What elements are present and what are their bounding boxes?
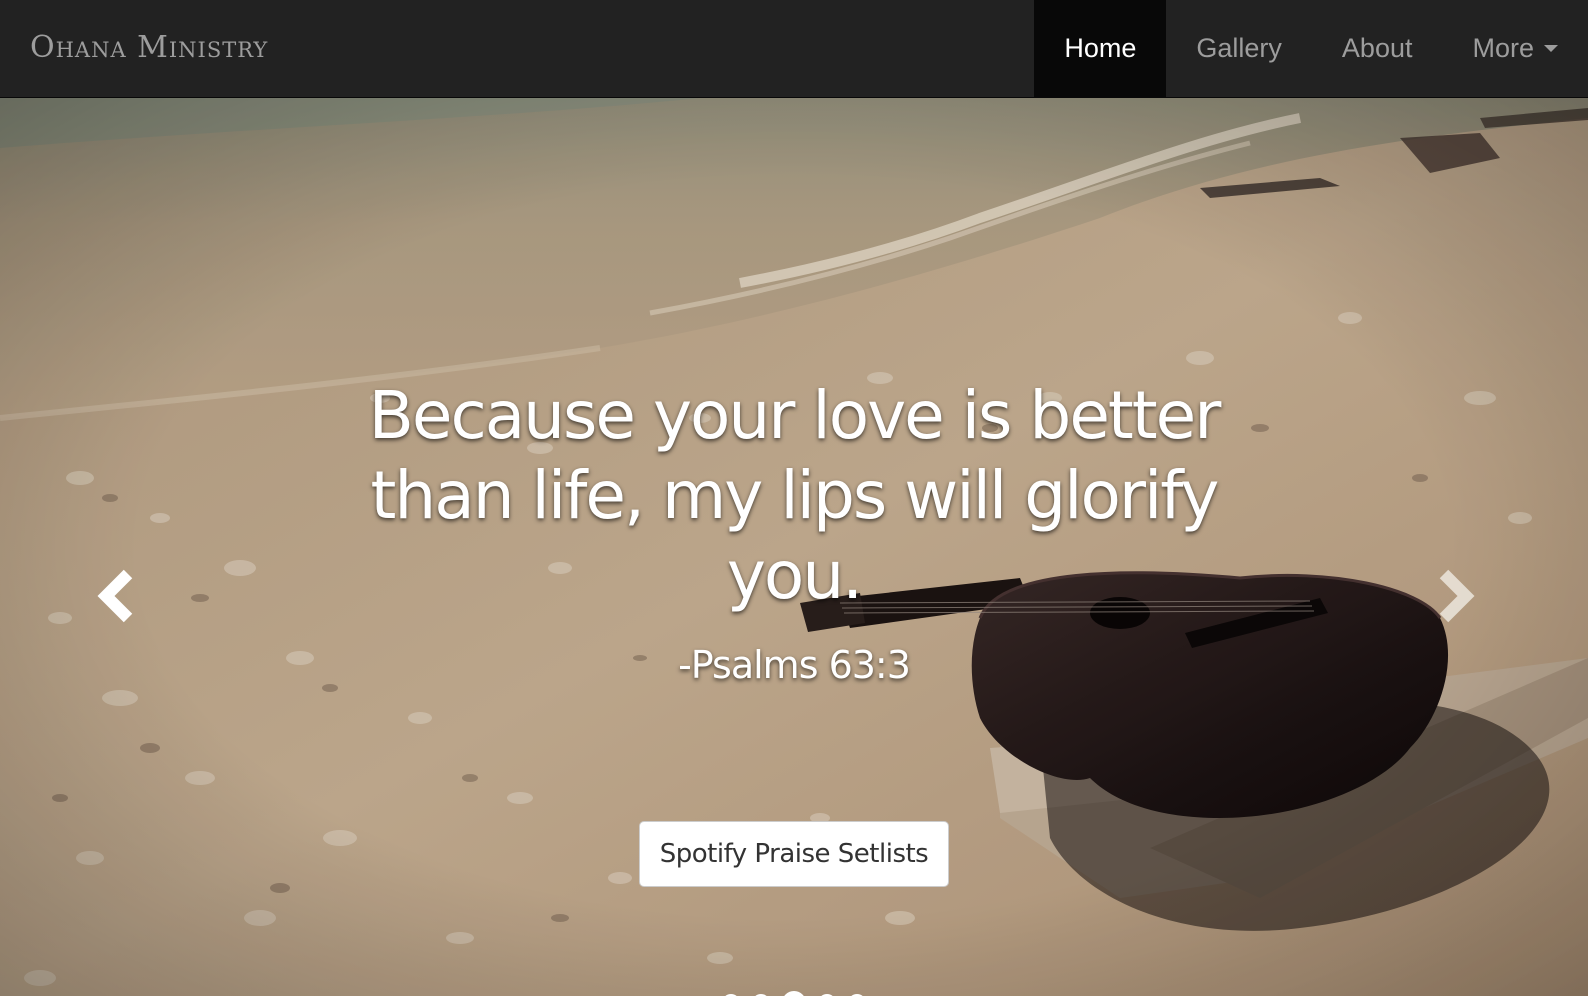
nav-item-label: About — [1341, 33, 1413, 63]
carousel-indicators — [0, 991, 1588, 996]
scripture-reference: -Psalms 63:3 — [678, 643, 911, 687]
carousel-indicator-active[interactable] — [782, 991, 806, 996]
top-navbar: Ohana Ministry Home Gallery About More — [0, 0, 1588, 98]
nav-item-label: Home — [1064, 33, 1137, 63]
nav-item-label: More — [1472, 33, 1534, 63]
chevron-right-icon — [1439, 569, 1475, 623]
nav-item-more-dropdown[interactable]: More — [1442, 0, 1588, 98]
main-nav: Home Gallery About More — [1034, 0, 1588, 98]
bible-quote: Because your love is better than life, m… — [368, 377, 1222, 614]
carousel-caption: Because your love is better than life, m… — [340, 376, 1248, 688]
brand-logo-link[interactable]: Ohana Ministry — [30, 22, 268, 74]
chevron-left-icon — [97, 569, 133, 623]
carousel-next-button[interactable] — [1432, 568, 1492, 628]
hero-carousel: Because your love is better than life, m… — [0, 98, 1588, 996]
carousel-prev-button[interactable] — [90, 568, 150, 628]
nav-item-gallery[interactable]: Gallery — [1166, 0, 1312, 98]
nav-item-label: Gallery — [1196, 33, 1282, 63]
spotify-setlists-button[interactable]: Spotify Praise Setlists — [639, 821, 949, 887]
caret-down-icon — [1544, 44, 1558, 52]
nav-item-about[interactable]: About — [1312, 0, 1443, 98]
nav-item-home[interactable]: Home — [1034, 0, 1167, 98]
